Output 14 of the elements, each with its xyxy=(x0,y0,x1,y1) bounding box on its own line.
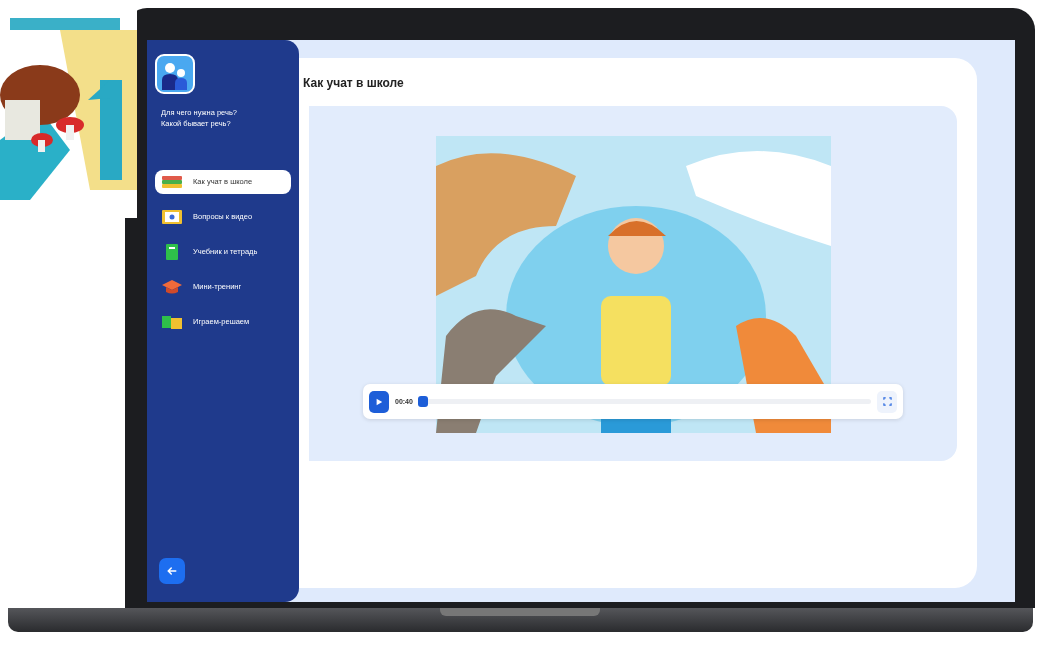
people-icon xyxy=(155,54,195,94)
play-button[interactable] xyxy=(369,390,389,413)
graduation-cap-icon xyxy=(161,278,183,295)
progress-thumb[interactable] xyxy=(417,396,428,407)
screen-icon xyxy=(161,208,183,225)
back-arrow-icon xyxy=(166,565,178,577)
fullscreen-button[interactable] xyxy=(877,390,897,413)
progress-slider[interactable] xyxy=(418,396,871,407)
books-icon xyxy=(161,173,183,190)
puzzle-icon xyxy=(161,313,183,330)
play-icon xyxy=(375,397,383,406)
content-title: Как учат в школе xyxy=(303,76,405,90)
fullscreen-icon xyxy=(882,397,892,406)
back-button[interactable] xyxy=(159,558,185,584)
